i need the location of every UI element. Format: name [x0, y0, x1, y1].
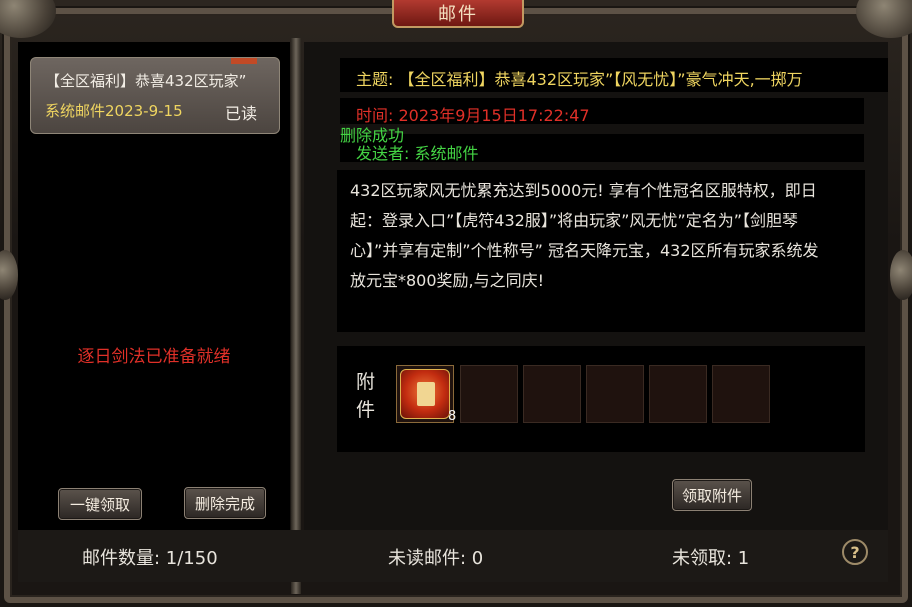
red-token-icon: [400, 369, 450, 419]
window-title-tab: 邮件: [392, 0, 524, 28]
mail-count: 邮件数量: 1/150: [82, 548, 218, 569]
mail-sender: 发送者: 系统邮件: [356, 144, 479, 163]
delete-done-button[interactable]: 删除完成: [184, 487, 266, 519]
mail-item-subject: 【全区福利】恭喜432区玩家”: [45, 72, 247, 90]
empty-attachment-slot: [460, 365, 518, 423]
claim-all-button[interactable]: 一键领取: [58, 488, 142, 520]
attachment-label: 附件: [356, 371, 376, 421]
window-title: 邮件: [438, 4, 478, 25]
empty-attachment-slot: [712, 365, 770, 423]
side-ornament-right: [890, 250, 912, 300]
skill-ready-notice: 逐日剑法已准备就绪: [77, 347, 231, 367]
attachment-count: 8: [448, 409, 457, 424]
empty-attachment-slot: [586, 365, 644, 423]
unclaimed-count: 未领取: 1: [672, 548, 750, 569]
panel-divider: [291, 38, 301, 594]
claim-attachment-button[interactable]: 领取附件: [672, 479, 752, 511]
mail-body: 432区玩家风无忧累充达到5000元! 享有个性冠名区服特权，即日起：登录入口”…: [350, 181, 819, 290]
empty-attachment-slot: [523, 365, 581, 423]
unread-ribbon-icon: [231, 58, 257, 64]
mail-subject: 主题: 【全区福利】恭喜432区玩家”【风无忧】”豪气冲天,一掷万: [356, 70, 803, 89]
mail-item-status: 已读: [225, 104, 258, 123]
mail-list-item[interactable]: 【全区福利】恭喜432区玩家” 系统邮件2023-9-15 已读: [30, 57, 280, 134]
unread-count: 未读邮件: 0: [388, 548, 484, 569]
empty-attachment-slot: [649, 365, 707, 423]
help-icon[interactable]: ?: [842, 539, 868, 565]
mail-item-date: 系统邮件2023-9-15: [45, 102, 183, 120]
attachment-slot[interactable]: [396, 365, 454, 423]
